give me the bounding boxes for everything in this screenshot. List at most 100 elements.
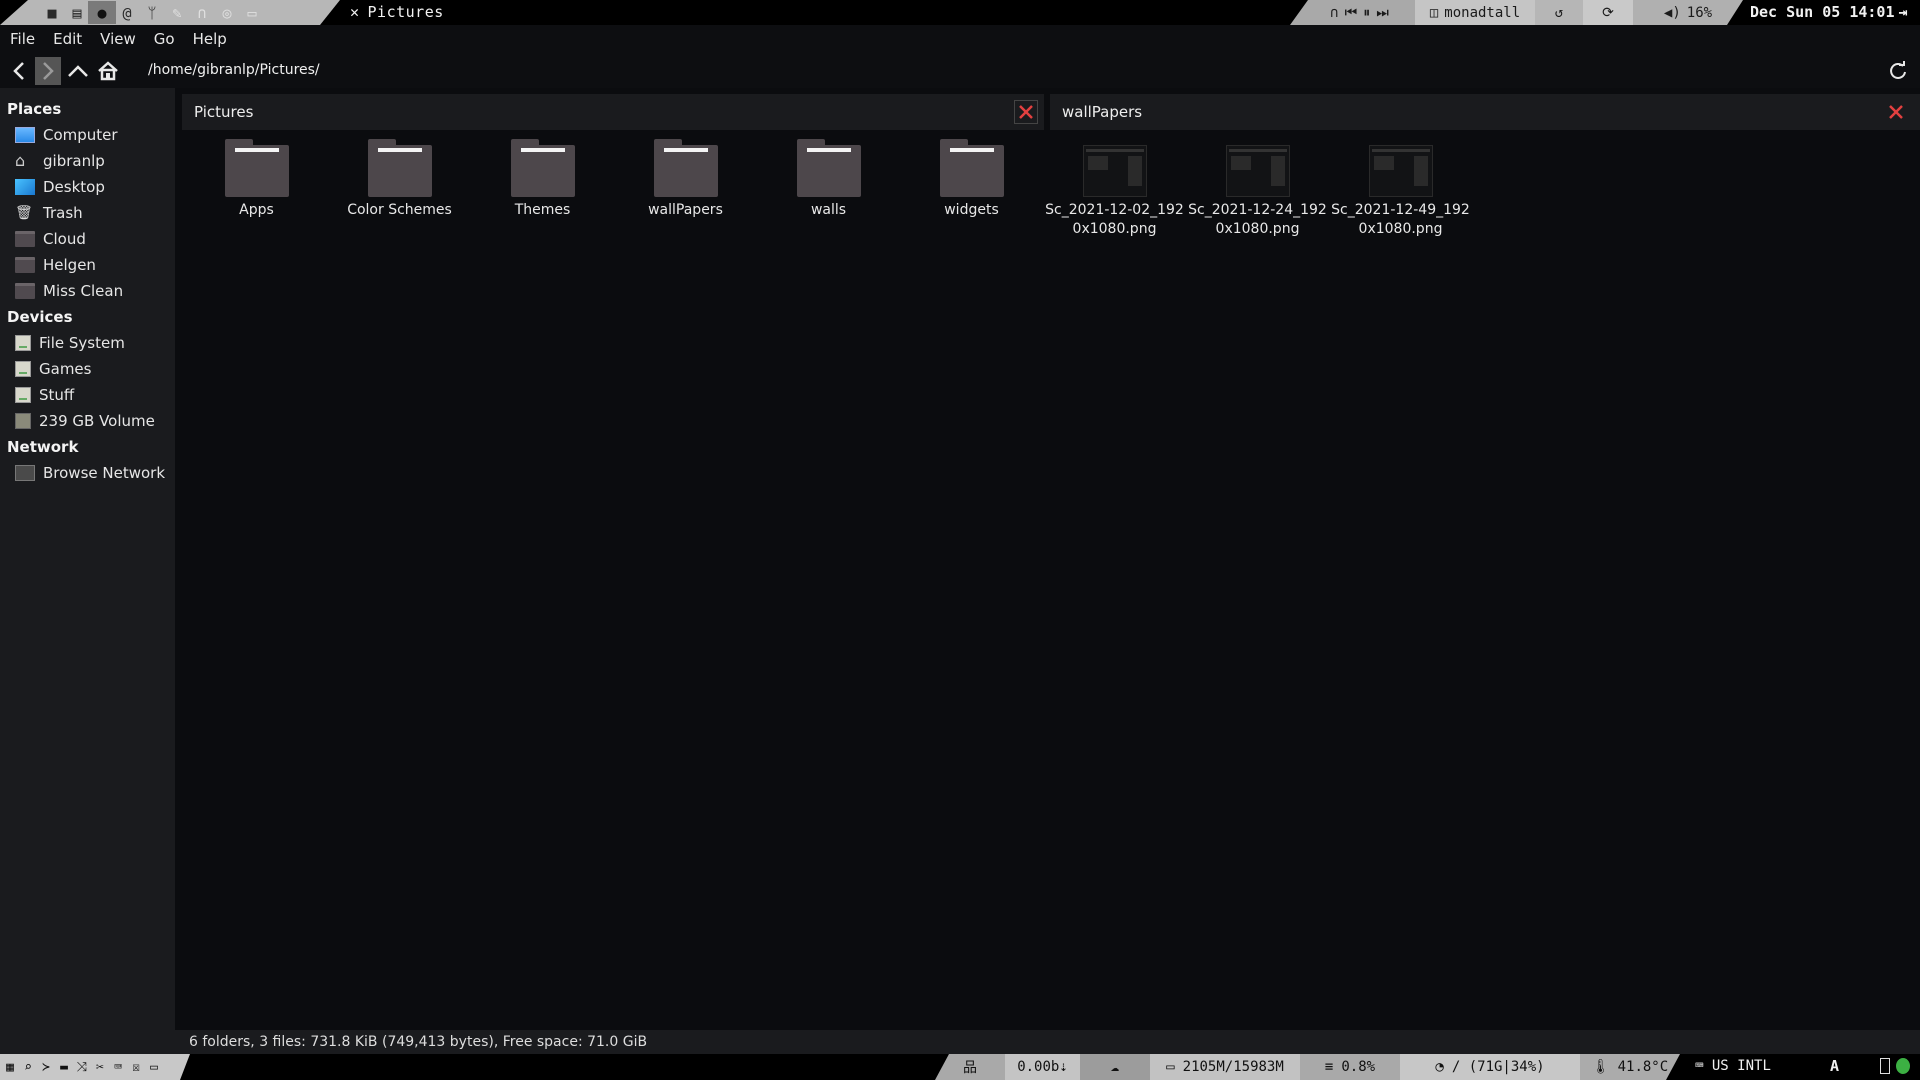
back-icon (13, 62, 24, 80)
sync-widget[interactable]: ⟳ (1583, 0, 1633, 25)
file-name: Color Schemes (347, 202, 452, 218)
logout-icon[interactable]: ⇥ (1899, 3, 1908, 21)
reload-button[interactable] (1888, 61, 1908, 81)
menu-bar: File Edit View Go Help (0, 25, 1920, 53)
bottom-panel: ▦ ⌕ ≻ ▬ ⤨ ✂ ⌨ ☒ ▭ 品 0.00b⇣ ☁ ▭ 2105M/159… (0, 1054, 1920, 1080)
right-pane-title: wallPapers (1062, 103, 1143, 121)
folder-icon (653, 139, 718, 197)
folder-icon (367, 139, 432, 197)
location-bar: /home/gibranlp/Pictures/ (0, 53, 1920, 88)
file-item[interactable]: Sc_2021-12-24_192 0x1080.png (1186, 145, 1329, 239)
network-header: Network (7, 438, 79, 456)
trash-icon: 🗑 (15, 205, 33, 221)
sidebar-item-gibranlp[interactable]: ⌂ gibranlp (0, 148, 175, 174)
folder-item[interactable]: Apps (185, 139, 328, 220)
sidebar-item-trash[interactable]: 🗑 Trash (0, 200, 175, 226)
folder-item[interactable]: Themes (471, 139, 614, 220)
drive-icon (15, 361, 31, 377)
shuffle-icon[interactable]: ⤨ (74, 1058, 90, 1076)
layout-icon: ◫ (1429, 4, 1439, 21)
menu-help[interactable]: Help (193, 30, 227, 48)
sidebar-item-239-gb-volume[interactable]: 239 GB Volume (0, 408, 175, 434)
headphones-icon[interactable]: ∩ (188, 1, 216, 24)
pause-icon[interactable]: ⏸ (1363, 5, 1370, 21)
top-panel: ■ ▤ ● @ ᛘ ✎ ∩ ◎ ▭ ✕ Pictures ∩ ⏮ ⏸ ⏭ ◫ monadtall … (0, 0, 1920, 25)
sidebar-item-label: 239 GB Volume (39, 412, 155, 430)
forward-button[interactable] (35, 57, 61, 85)
file-name-line2: 0x1080.png (1072, 221, 1157, 237)
sidebar-item-label: Miss Clean (43, 282, 124, 300)
file-view[interactable]: Apps Color Schemes Themes wallPapers walls wi… (175, 130, 1920, 1030)
monitor-icon[interactable]: ▭ (238, 1, 266, 24)
sidebar-item-computer[interactable]: Computer (0, 122, 175, 148)
menu-view[interactable]: View (100, 30, 136, 48)
menu-go[interactable]: Go (154, 30, 175, 48)
apps-grid-icon[interactable]: ▦ (2, 1058, 18, 1076)
mail-icon[interactable]: @ (113, 1, 141, 24)
terminal-icon[interactable]: ≻ (38, 1058, 54, 1076)
volume-widget[interactable]: ◀) 16% (1633, 0, 1743, 25)
right-pane-tab[interactable]: wallPapers (1050, 94, 1920, 130)
folder-icon (15, 283, 35, 299)
sidebar-item-desktop[interactable]: Desktop (0, 174, 175, 200)
sidebar-item-file-system[interactable]: File System (0, 330, 175, 356)
file-name-line2: 0x1080.png (1215, 221, 1300, 237)
folder-icon[interactable]: ▬ (56, 1058, 72, 1076)
sidebar-item-stuff[interactable]: Stuff (0, 382, 175, 408)
weather-widget: ☁ (1080, 1054, 1150, 1080)
home-button[interactable] (95, 57, 121, 85)
folder-item[interactable]: Color Schemes (328, 139, 471, 220)
chat-icon[interactable]: ● (88, 1, 116, 24)
file-item[interactable]: Sc_2021-12-49_192 0x1080.png (1329, 145, 1472, 239)
clock: Dec Sun 05 14:01 ⇥ (1750, 3, 1908, 21)
sidebar-item-games[interactable]: Games (0, 356, 175, 382)
camera-icon[interactable]: ■ (38, 1, 66, 24)
sidebar-item-label: Trash (43, 204, 83, 222)
tools-icon[interactable]: ✂ (92, 1058, 108, 1076)
next-icon[interactable]: ⏭ (1376, 5, 1389, 21)
folder-item[interactable]: widgets (900, 139, 1043, 220)
up-button[interactable] (65, 57, 91, 85)
path-field[interactable]: /home/gibranlp/Pictures/ (148, 62, 320, 78)
previous-icon[interactable]: ⏮ (1345, 5, 1358, 21)
git-icon[interactable]: ᛘ (138, 1, 166, 24)
thermometer-icon: 🌡 (1591, 1059, 1610, 1075)
folder-item[interactable]: wallPapers (614, 139, 757, 220)
cpu-widget: ≡ 0.8% (1300, 1054, 1400, 1080)
file-name-line1: Sc_2021-12-49_192 (1331, 202, 1470, 218)
layout-indicator[interactable]: ◫ monadtall (1415, 0, 1535, 25)
back-button[interactable] (6, 57, 32, 85)
web-icon[interactable]: ▤ (63, 1, 91, 24)
window-icon[interactable]: ▭ (146, 1058, 162, 1076)
keyboard-icon[interactable]: ⌨ (110, 1058, 126, 1076)
close-right-pane-button[interactable] (1884, 100, 1908, 124)
close-icon (1889, 105, 1903, 119)
sidebar-item-miss-clean[interactable]: Miss Clean (0, 278, 175, 304)
left-pane-tab[interactable]: Pictures (182, 94, 1044, 130)
menu-edit[interactable]: Edit (53, 30, 82, 48)
sidebar-item-browse-network[interactable]: Browse Network (0, 460, 175, 486)
file-item[interactable]: Sc_2021-12-02_192 0x1080.png (1043, 145, 1186, 239)
steam-icon[interactable]: ◎ (213, 1, 241, 24)
menu-file[interactable]: File (10, 30, 35, 48)
memory-usage: 2105M/15983M (1182, 1059, 1284, 1075)
close-icon (1019, 105, 1033, 119)
window-icon: ✕ (350, 3, 360, 21)
sidebar-item-helgen[interactable]: Helgen (0, 252, 175, 278)
net-speed: 0.00b⇣ (1017, 1059, 1068, 1075)
updates-widget[interactable]: ↺ (1535, 0, 1583, 25)
check-icon[interactable] (1896, 1058, 1910, 1074)
network-icon: 品 (963, 1060, 977, 1076)
search-icon[interactable]: ⌕ (20, 1058, 36, 1076)
file-name: wallPapers (648, 202, 723, 218)
folder-item[interactable]: walls (757, 139, 900, 220)
close-window-icon[interactable]: ☒ (128, 1058, 144, 1076)
battery-icon[interactable] (1880, 1058, 1890, 1074)
brush-icon[interactable]: ✎ (163, 1, 191, 24)
sidebar-item-cloud[interactable]: Cloud (0, 226, 175, 252)
keyboard-layout[interactable]: ⌨ US INTL (1695, 1058, 1771, 1074)
temperature: 41.8°C (1617, 1059, 1669, 1075)
desktop-icon (15, 179, 35, 195)
close-left-pane-button[interactable] (1014, 100, 1038, 124)
sidebar-item-label: Desktop (43, 178, 105, 196)
